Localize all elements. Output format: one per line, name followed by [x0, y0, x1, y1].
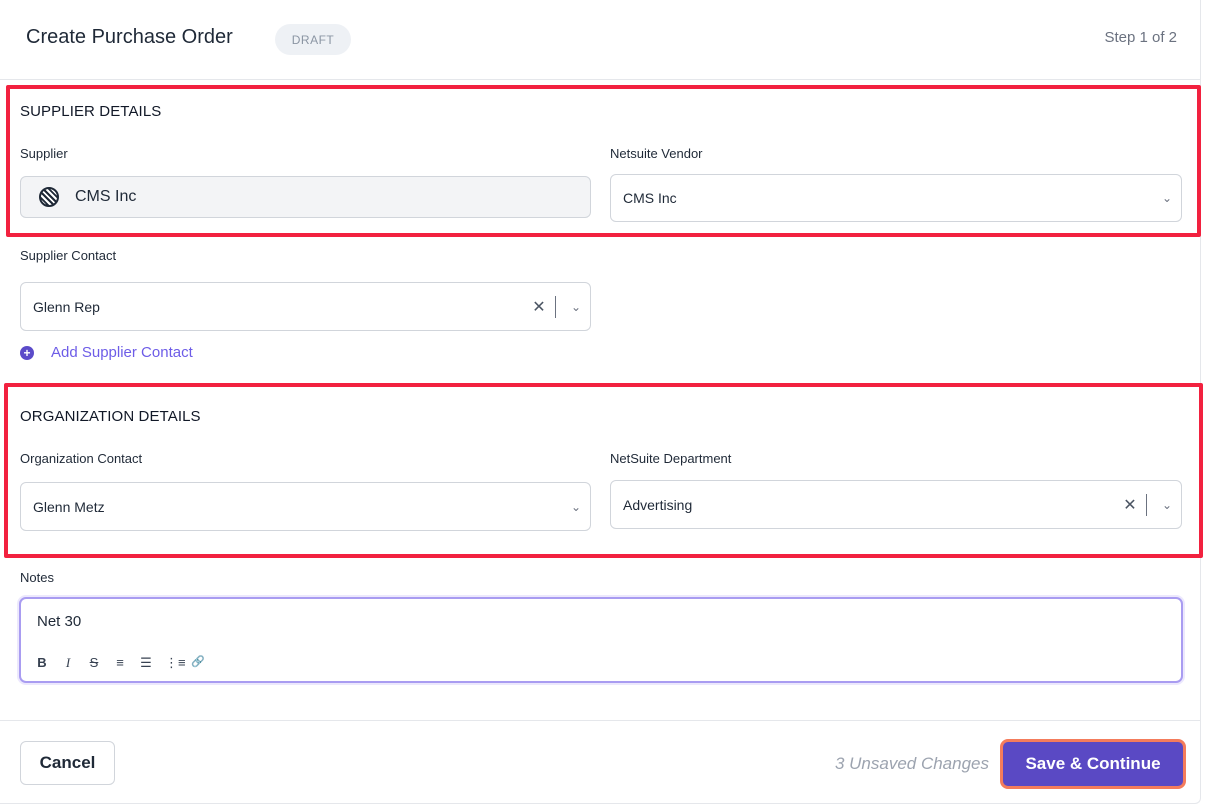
select-divider — [1146, 493, 1147, 516]
organization-contact-select[interactable]: Glenn Metz ⌄ — [20, 482, 591, 531]
bullet-list-icon[interactable]: ☰ — [139, 655, 153, 671]
notes-editor[interactable]: Net 30 B I S ≡ ☰ ⋮≡ 🔗 — [19, 597, 1183, 683]
supplier-details-heading: SUPPLIER DETAILS — [20, 103, 162, 120]
netsuite-vendor-select[interactable]: CMS Inc ⌄ — [610, 174, 1182, 222]
chevron-down-icon[interactable]: ⌄ — [1153, 191, 1181, 205]
plus-circle-icon: + — [20, 345, 34, 360]
notes-text[interactable]: Net 30 — [37, 613, 81, 630]
chevron-down-icon[interactable]: ⌄ — [562, 500, 590, 514]
organization-details-heading: ORGANIZATION DETAILS — [20, 408, 201, 425]
modal-footer: Cancel 3 Unsaved Changes Save & Continue — [0, 720, 1201, 804]
modal-header: Create Purchase Order DRAFT Step 1 of 2 — [0, 0, 1201, 80]
italic-icon[interactable]: I — [61, 655, 75, 671]
supplier-contact-select[interactable]: Glenn Rep ✕ ⌄ — [20, 282, 591, 331]
purchase-order-modal: Create Purchase Order DRAFT Step 1 of 2 … — [0, 0, 1201, 804]
clear-icon[interactable]: ✕ — [529, 297, 549, 317]
numbered-list-icon[interactable]: ⋮≡ — [165, 655, 186, 671]
organization-contact-label: Organization Contact — [20, 451, 143, 466]
indent-icon[interactable]: ≡ — [113, 655, 127, 671]
add-supplier-contact-label: Add Supplier Contact — [51, 344, 193, 361]
status-badge: DRAFT — [275, 24, 351, 55]
link-icon[interactable]: 🔗 — [191, 655, 205, 671]
clear-icon[interactable]: ✕ — [1120, 495, 1140, 515]
organization-contact-value: Glenn Metz — [33, 498, 105, 515]
step-indicator: Step 1 of 2 — [1104, 29, 1177, 46]
add-supplier-contact-link[interactable]: + Add Supplier Contact — [20, 344, 193, 361]
netsuite-department-value: Advertising — [623, 496, 693, 513]
chevron-down-icon[interactable]: ⌄ — [562, 300, 590, 314]
page-title: Create Purchase Order — [26, 26, 233, 48]
strikethrough-icon[interactable]: S — [87, 655, 101, 671]
netsuite-vendor-label: Netsuite Vendor — [610, 146, 703, 161]
supplier-label: Supplier — [20, 146, 68, 161]
unsaved-changes-text: 3 Unsaved Changes — [834, 754, 989, 773]
supplier-logo-icon — [39, 187, 59, 207]
supplier-field: CMS Inc — [20, 176, 591, 218]
chevron-down-icon[interactable]: ⌄ — [1153, 498, 1181, 512]
cancel-button[interactable]: Cancel — [20, 741, 115, 785]
netsuite-department-label: NetSuite Department — [610, 451, 732, 466]
supplier-contact-label: Supplier Contact — [20, 248, 117, 263]
netsuite-vendor-value: CMS Inc — [623, 190, 677, 206]
supplier-value: CMS Inc — [75, 188, 137, 205]
select-divider — [555, 295, 556, 318]
save-continue-button[interactable]: Save & Continue — [1000, 739, 1186, 789]
notes-label: Notes — [20, 570, 54, 585]
bold-icon[interactable]: B — [35, 655, 49, 671]
supplier-contact-value: Glenn Rep — [33, 298, 100, 315]
netsuite-department-select[interactable]: Advertising ✕ ⌄ — [610, 480, 1182, 529]
notes-toolbar: B I S ≡ ☰ ⋮≡ 🔗 — [35, 655, 205, 671]
